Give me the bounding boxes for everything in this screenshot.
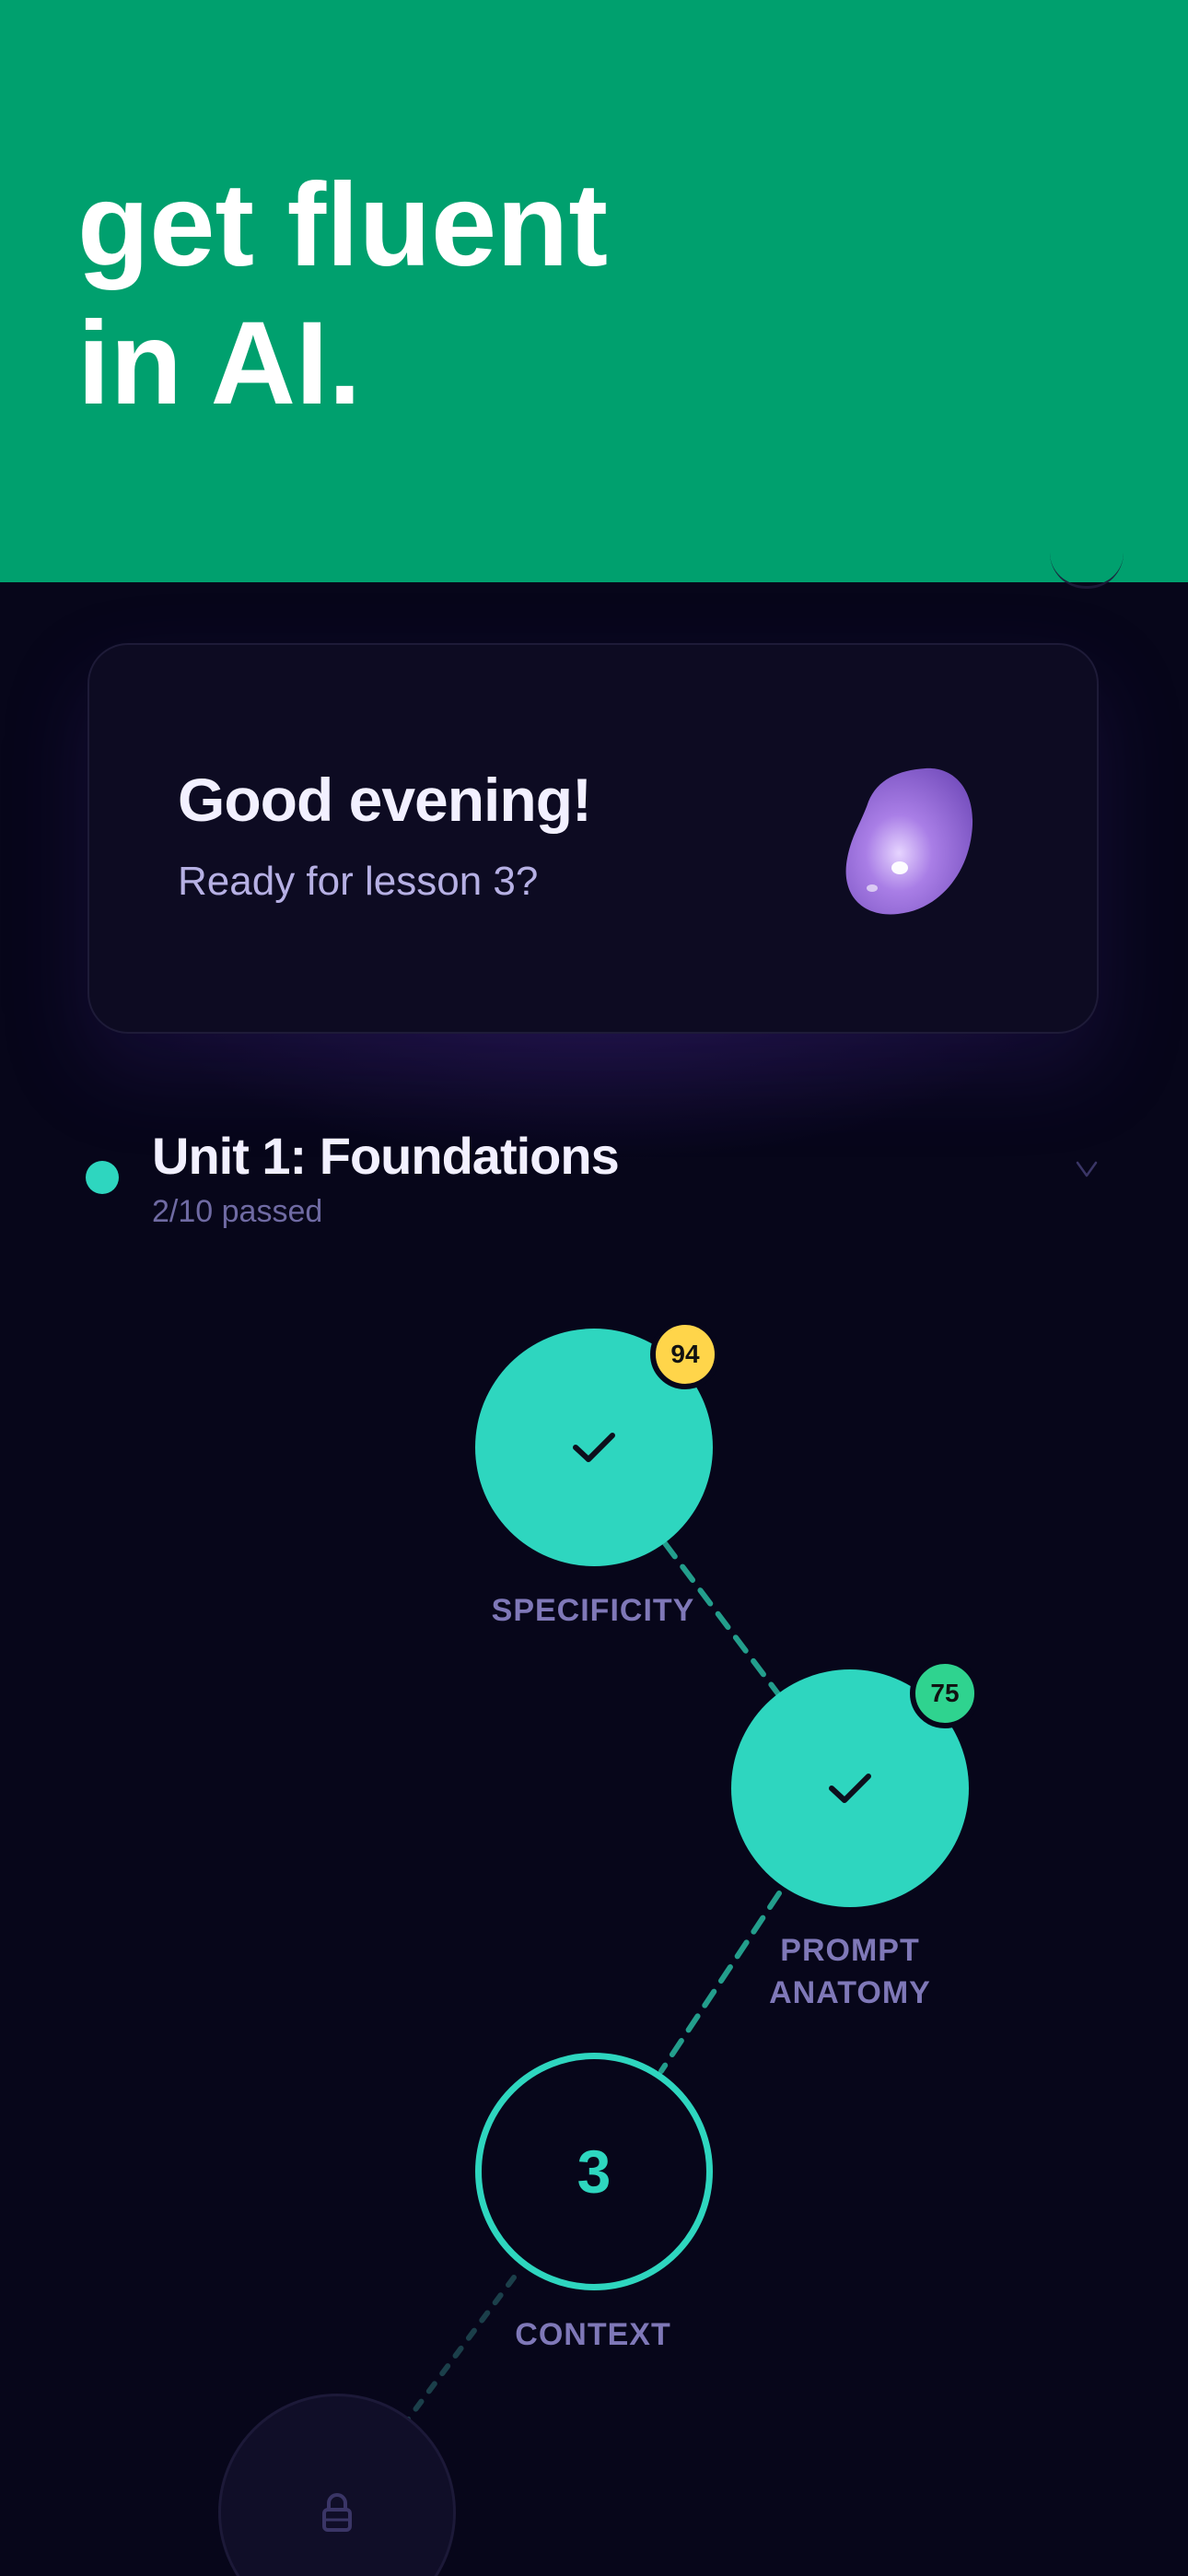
score-badge: 75 — [910, 1658, 980, 1728]
unit-title[interactable]: Unit 1: Foundations — [152, 1126, 620, 1186]
unit-status-dot — [86, 1161, 119, 1194]
lesson-label-line: PROMPT — [780, 1933, 920, 1968]
greeting-title: Good evening! — [178, 766, 592, 834]
app-screen: get fluent in AI. Good evening! Ready fo… — [0, 0, 1188, 2576]
lesson-label-specificity: SPECIFICITY — [491, 1593, 695, 1628]
lesson-label-context: CONTEXT — [515, 2317, 671, 2352]
mascot-blob-icon — [845, 767, 973, 915]
hero-title-line-1: get fluent — [77, 159, 608, 291]
lock-icon — [322, 2493, 352, 2532]
check-icon — [573, 1433, 615, 1462]
lesson-label-line: ANATOMY — [769, 1975, 931, 2010]
unit-progress: 2/10 passed — [152, 1194, 323, 1229]
lesson-node-context[interactable]: 3 — [475, 2053, 713, 2290]
check-icon — [829, 1774, 871, 1803]
greeting-card[interactable]: Good evening! Ready for lesson 3? — [87, 643, 1099, 1034]
greeting-subtitle: Ready for lesson 3? — [178, 859, 539, 904]
hero-title-line-2: in AI. — [77, 298, 362, 429]
lesson-label-prompt-anatomy: PROMPT ANATOMY — [684, 1929, 1016, 2014]
lesson-node-locked[interactable] — [218, 2394, 456, 2576]
score-badge: 94 — [650, 1319, 720, 1389]
lesson-number: 3 — [577, 2137, 611, 2206]
chevron-down-icon[interactable] — [1068, 1150, 1105, 1187]
hero-banner: get fluent in AI. — [0, 0, 1188, 582]
hero-title: get fluent in AI. — [77, 157, 608, 433]
partial-avatar-ring — [1050, 553, 1124, 589]
